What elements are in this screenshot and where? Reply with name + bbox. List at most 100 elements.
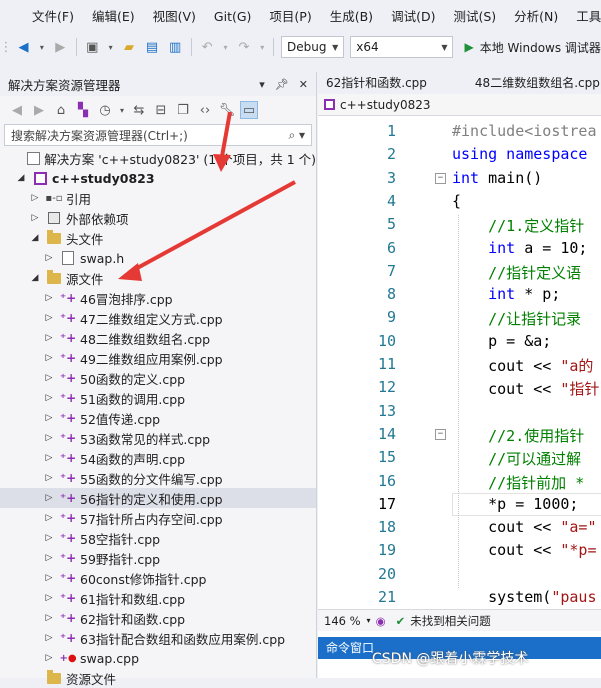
pending-changes-filter-icon[interactable]: ◷ xyxy=(96,101,114,119)
properties-wrench-icon[interactable]: 🔧︎ xyxy=(218,101,236,119)
collapsed-arrow-icon[interactable]: ▷ xyxy=(44,293,54,303)
menu-item[interactable]: 工具( xyxy=(567,0,601,34)
menu-item[interactable]: 视图(V) xyxy=(144,0,205,34)
collapsed-arrow-icon[interactable]: ▷ xyxy=(44,353,54,363)
collapsed-arrow-icon[interactable]: ▷ xyxy=(44,593,54,603)
chevron-down-icon[interactable]: ▾ xyxy=(222,38,230,56)
menu-item[interactable]: 项目(P) xyxy=(260,0,320,34)
collapsed-arrow-icon[interactable]: ▷ xyxy=(44,393,54,403)
issues-status[interactable]: 未找到相关问题 xyxy=(410,613,491,629)
tree-item-file[interactable]: ▷ ⁺+ 51函数的调用.cpp xyxy=(0,388,316,408)
collapsed-arrow-icon[interactable]: ▷ xyxy=(44,533,54,543)
collapsed-arrow-icon[interactable]: ▷ xyxy=(44,453,54,463)
navigation-scope-select[interactable]: c++study0823 xyxy=(318,94,601,116)
expanded-arrow-icon[interactable]: ◢ xyxy=(16,173,26,183)
document-tab[interactable]: 48二维数组数组名.cpp xyxy=(435,72,601,94)
collapsed-arrow-icon[interactable]: ▷ xyxy=(44,473,54,483)
open-folder-icon[interactable]: ▰ xyxy=(120,38,137,56)
zoom-select[interactable]: 146 % xyxy=(318,614,367,628)
collapsed-arrow-icon[interactable]: ▷ xyxy=(44,573,54,583)
collapsed-arrow-icon[interactable]: ▷ xyxy=(44,493,54,503)
code-view-icon[interactable]: ‹› xyxy=(196,101,214,119)
tree-item-file[interactable]: ▷ ⁺+ 57指针所占内存空间.cpp xyxy=(0,508,316,528)
chevron-down-icon[interactable]: ▾ xyxy=(107,38,115,56)
expanded-arrow-icon[interactable]: ◢ xyxy=(30,273,40,283)
collapsed-arrow-icon[interactable]: ▷ xyxy=(44,253,54,263)
tree-item-file[interactable]: ▷ ⁺+ 62指针和函数.cpp xyxy=(0,608,316,628)
menu-item[interactable]: 编辑(E) xyxy=(83,0,144,34)
chevron-down-icon[interactable]: ▾ xyxy=(118,101,126,119)
back-icon[interactable]: ◀ xyxy=(8,101,26,119)
tree-item-file[interactable]: ▷ ⁺+ 48二维数组数组名.cpp xyxy=(0,328,316,348)
solution-explorer-search-input[interactable]: 搜索解决方案资源管理器(Ctrl+;) ⌕ ▾ xyxy=(4,124,312,146)
menu-item[interactable]: 测试(S) xyxy=(444,0,505,34)
save-all-icon[interactable]: ▥ xyxy=(167,38,184,56)
collapsed-arrow-icon[interactable]: ▷ xyxy=(30,213,40,223)
collapsed-arrow-icon[interactable]: ▷ xyxy=(44,633,54,643)
collapsed-arrow-icon[interactable]: ▷ xyxy=(44,513,54,523)
fold-toggle-icon[interactable]: − xyxy=(435,428,446,440)
tree-item-file[interactable]: ▷ ⁺+ 61指针和数组.cpp xyxy=(0,588,316,608)
code-area[interactable]: 1 2 3 4 5 6 7 8 9 10 11 12 13 14 15 16 17 18 19 20 21− − #incl… xyxy=(318,116,601,633)
pin-icon[interactable]: 📌︎ xyxy=(275,78,289,91)
menu-item[interactable]: 生成(B) xyxy=(321,0,382,34)
menu-item[interactable]: 调试(D) xyxy=(382,0,444,34)
tree-item-file[interactable]: ▷ ⁺+ 56指针的定义和使用.cpp xyxy=(0,488,316,508)
collapsed-arrow-icon[interactable]: ▷ xyxy=(44,313,54,323)
collapse-all-icon[interactable]: ⊟ xyxy=(152,101,170,119)
tree-item-file[interactable]: ▷ ⁺+ 49二维数组应用案例.cpp xyxy=(0,348,316,368)
tree-item-solution[interactable]: 解决方案 'c++study0823' (1 个项目，共 1 个) xyxy=(0,148,316,168)
tree-item-file[interactable]: ▷ ⁺+ 50函数的定义.cpp xyxy=(0,368,316,388)
tree-item-file[interactable]: ▷ ⁺+ 53函数常见的样式.cpp xyxy=(0,428,316,448)
platform-select[interactable]: x64 ▼ xyxy=(350,36,454,58)
save-icon[interactable]: ▤ xyxy=(144,38,161,56)
tree-item-file[interactable]: ▷ ⁺+ 46冒泡排序.cpp xyxy=(0,288,316,308)
chevron-down-icon[interactable]: ▾ xyxy=(258,38,266,56)
collapsed-arrow-icon[interactable]: ▷ xyxy=(44,553,54,563)
configuration-select[interactable]: Debug ▼ xyxy=(280,36,345,58)
undo-icon[interactable]: ↶ xyxy=(199,38,216,56)
forward-icon[interactable]: ▶ xyxy=(52,38,69,56)
new-project-icon[interactable]: ▣ xyxy=(84,38,101,56)
tree-item-file[interactable]: ▷ ⁺+ 63指针配合数组和函数应用案例.cpp xyxy=(0,628,316,648)
chevron-down-icon[interactable]: ▾ xyxy=(367,616,371,625)
fold-toggle-icon[interactable]: − xyxy=(435,172,446,184)
tree-item-resources-folder[interactable]: 资源文件 xyxy=(0,668,316,688)
collapsed-arrow-icon[interactable]: ▷ xyxy=(44,413,54,423)
back-icon[interactable]: ◀ xyxy=(15,38,32,56)
collapsed-arrow-icon[interactable]: ▷ xyxy=(30,193,40,203)
tree-item-project[interactable]: ◢ c++study0823 xyxy=(0,168,316,188)
start-debugging-button[interactable]: ▶ 本地 Windows 调试器 xyxy=(464,39,600,56)
tree-item-file[interactable]: ▷ swap.h xyxy=(0,248,316,268)
tree-item-file[interactable]: ▷ ⁺+ 60const修饰指针.cpp xyxy=(0,568,316,588)
show-all-files-icon[interactable]: ❐ xyxy=(174,101,192,119)
tree-item-file[interactable]: ▷ ⁺+ 52值传递.cpp xyxy=(0,408,316,428)
forward-icon[interactable]: ▶ xyxy=(30,101,48,119)
collapsed-arrow-icon[interactable]: ▷ xyxy=(44,433,54,443)
close-icon[interactable]: ✕ xyxy=(299,78,308,91)
tree-item-file[interactable]: ▷ ⁺+ 59野指针.cpp xyxy=(0,548,316,568)
switch-views-icon[interactable]: ▚ xyxy=(74,101,92,119)
expanded-arrow-icon[interactable]: ◢ xyxy=(30,233,40,243)
menu-item[interactable]: Git(G) xyxy=(205,0,261,34)
home-icon[interactable]: ⌂ xyxy=(52,101,70,119)
code-health-icon[interactable]: ◉ xyxy=(376,614,386,628)
collapsed-arrow-icon[interactable]: ▷ xyxy=(44,653,54,663)
tree-item-file[interactable]: ▷ ⁺+ 55函数的分文件编写.cpp xyxy=(0,468,316,488)
collapsed-arrow-icon[interactable]: ▷ xyxy=(44,613,54,623)
tree-item-external-deps[interactable]: ▷ 外部依赖项 xyxy=(0,208,316,228)
menu-item[interactable]: 文件(F) xyxy=(23,0,83,34)
window-position-dropdown-icon[interactable]: ▾ xyxy=(259,78,265,91)
tree-item-file[interactable]: ▷ + ● swap.cpp xyxy=(0,648,316,668)
menu-item[interactable]: 分析(N) xyxy=(505,0,567,34)
tree-item-references[interactable]: ▷ ▪-▫ 引用 xyxy=(0,188,316,208)
chevron-down-icon[interactable]: ▾ xyxy=(38,38,46,56)
preview-selected-items-icon[interactable]: ▭ xyxy=(240,101,258,119)
tree-item-file[interactable]: ▷ ⁺+ 47二维数组定义方式.cpp xyxy=(0,308,316,328)
tree-item-file[interactable]: ▷ ⁺+ 54函数的声明.cpp xyxy=(0,448,316,468)
sync-icon[interactable]: ⇆ xyxy=(130,101,148,119)
collapsed-arrow-icon[interactable]: ▷ xyxy=(44,333,54,343)
tree-item-sources-folder[interactable]: ◢ 源文件 xyxy=(0,268,316,288)
tree-item-headers-folder[interactable]: ◢ 头文件 xyxy=(0,228,316,248)
tree-item-file[interactable]: ▷ ⁺+ 58空指针.cpp xyxy=(0,528,316,548)
